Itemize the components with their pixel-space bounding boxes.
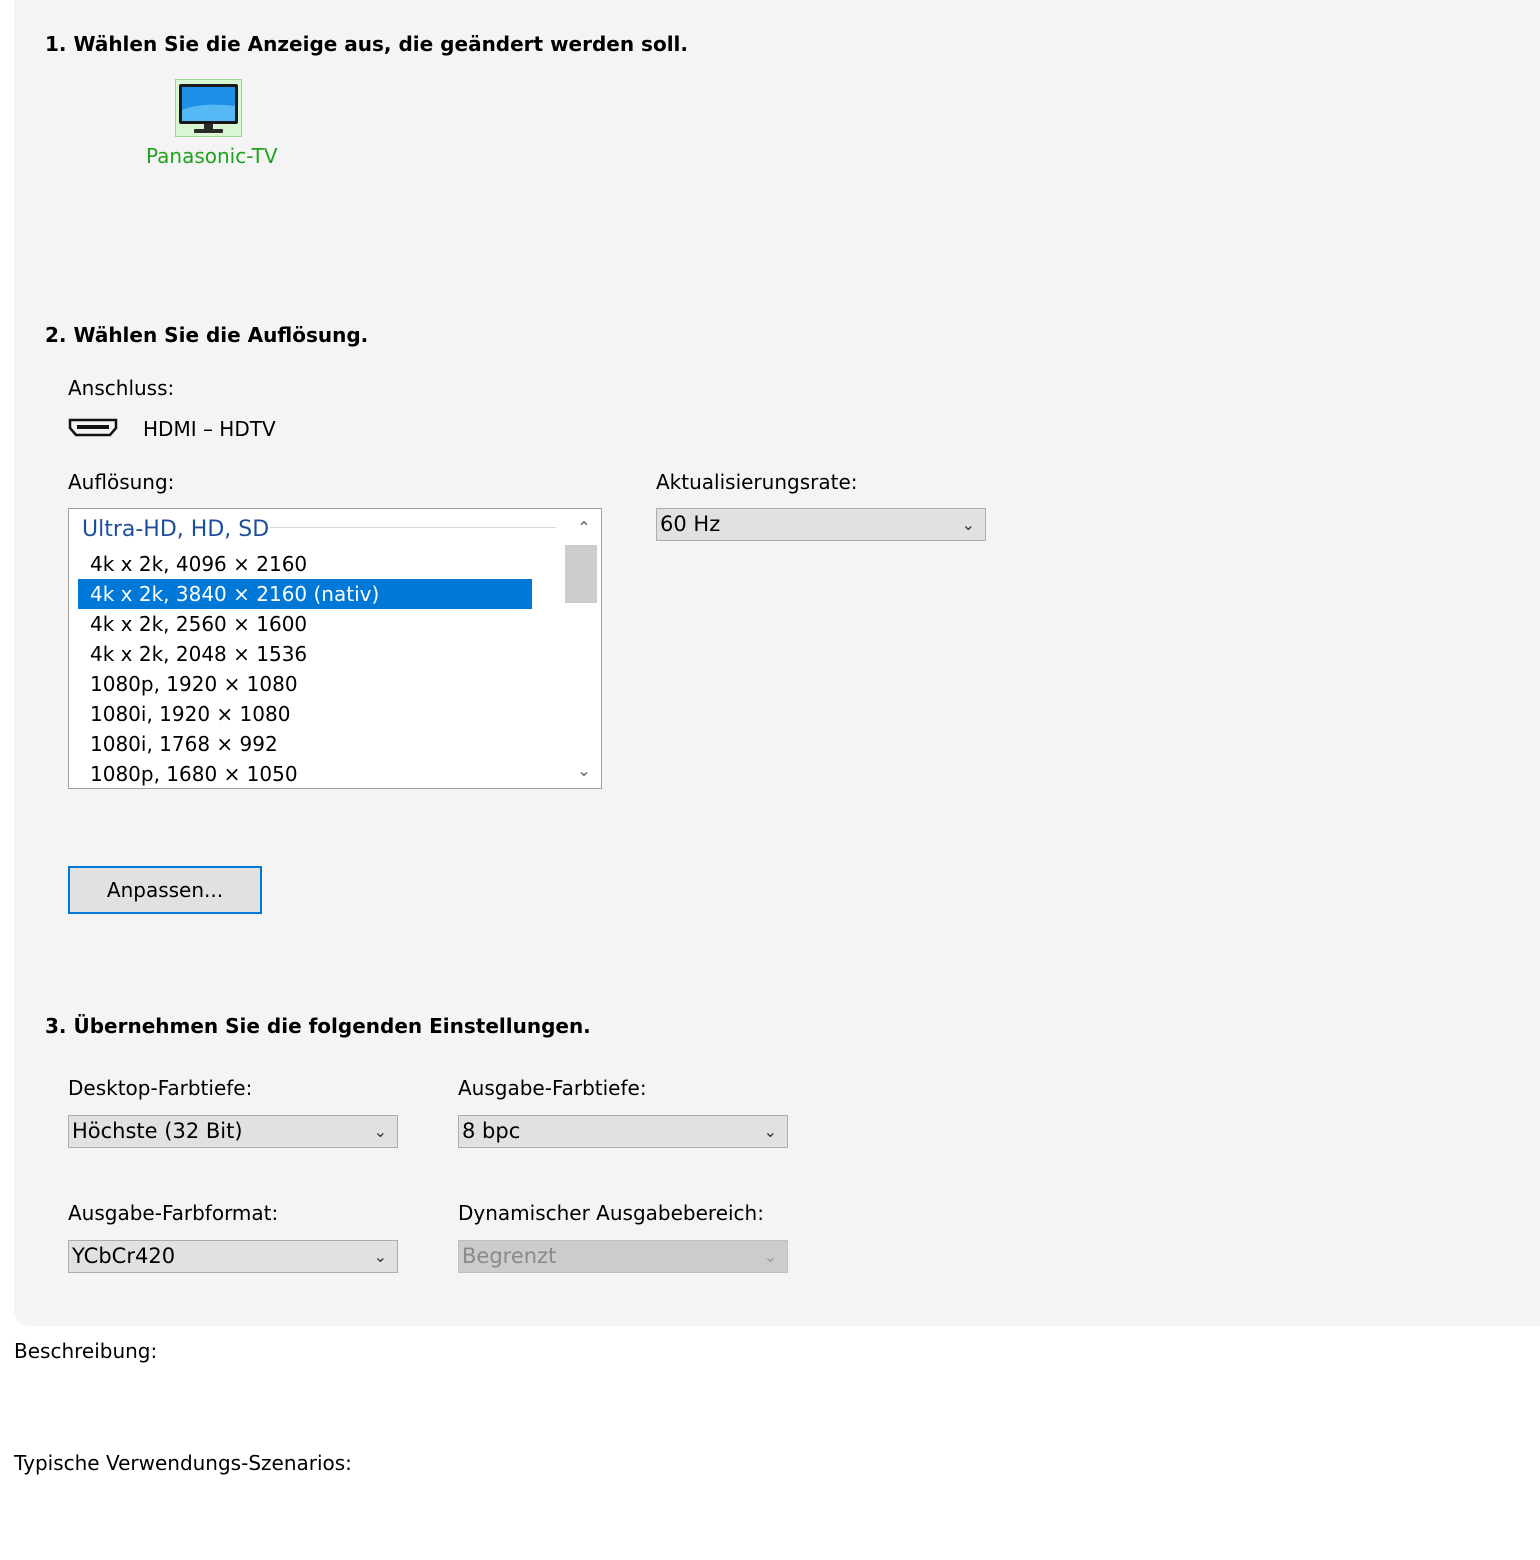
dynamic-range-label: Dynamischer Ausgabebereich: <box>458 1201 764 1225</box>
listbox-scrollbar[interactable]: ⌃ ⌄ <box>565 509 601 788</box>
usage-scenarios-label: Typische Verwendungs-Szenarios: <box>14 1451 352 1475</box>
refresh-rate-label: Aktualisierungsrate: <box>656 470 858 494</box>
chevron-down-icon: ⌄ <box>961 515 975 534</box>
color-format-label: Ausgabe-Farbformat: <box>68 1201 279 1225</box>
chevron-down-icon: ⌄ <box>373 1122 387 1141</box>
resolution-item[interactable]: 4k x 2k, 2560 × 1600 <box>78 609 532 639</box>
resolution-item[interactable]: 4k x 2k, 4096 × 2160 <box>78 549 532 579</box>
dynamic-range-value: Begrenzt <box>462 1244 557 1268</box>
connection-value: HDMI – HDTV <box>143 417 276 441</box>
resolution-item[interactable]: 1080i, 1768 × 992 <box>78 729 532 759</box>
step2-heading: 2. Wählen Sie die Auflösung. <box>45 323 369 347</box>
desktop-depth-value: Höchste (32 Bit) <box>72 1119 243 1143</box>
scrollbar-thumb[interactable] <box>565 545 597 603</box>
resolution-item[interactable]: 4k x 2k, 2048 × 1536 <box>78 639 532 669</box>
chevron-down-icon: ⌄ <box>373 1247 387 1266</box>
output-depth-label: Ausgabe-Farbtiefe: <box>458 1076 647 1100</box>
color-format-select[interactable]: YCbCr420 ⌄ <box>68 1240 398 1273</box>
resolution-item[interactable]: 1080p, 1920 × 1080 <box>78 669 532 699</box>
connection-label: Anschluss: <box>68 376 175 400</box>
monitor-icon <box>179 84 238 133</box>
resolution-label: Auflösung: <box>68 470 175 494</box>
display-name[interactable]: Panasonic-TV <box>146 144 278 168</box>
resolution-listbox[interactable]: Ultra-HD, HD, SD 4k x 2k, 4096 × 2160 4k… <box>68 508 602 789</box>
resolution-item-selected[interactable]: 4k x 2k, 3840 × 2160 (nativ) <box>78 579 532 609</box>
resolution-item[interactable]: 1080p, 1680 × 1050 <box>78 759 532 788</box>
chevron-down-icon: ⌄ <box>763 1122 777 1141</box>
dynamic-range-select: Begrenzt ⌄ <box>458 1240 788 1273</box>
desktop-depth-select[interactable]: Höchste (32 Bit) ⌄ <box>68 1115 398 1148</box>
output-depth-value: 8 bpc <box>462 1119 521 1143</box>
output-depth-select[interactable]: 8 bpc ⌄ <box>458 1115 788 1148</box>
scroll-down-icon[interactable]: ⌄ <box>567 756 601 786</box>
resolution-item[interactable]: 1080i, 1920 × 1080 <box>78 699 532 729</box>
step3-heading: 3. Übernehmen Sie die folgenden Einstell… <box>45 1014 591 1038</box>
refresh-rate-select[interactable]: 60 Hz ⌄ <box>656 508 986 541</box>
desktop-depth-label: Desktop-Farbtiefe: <box>68 1076 253 1100</box>
description-label: Beschreibung: <box>14 1339 158 1363</box>
customize-button[interactable]: Anpassen... <box>68 866 262 914</box>
display-selector[interactable] <box>175 79 242 137</box>
color-format-value: YCbCr420 <box>72 1244 176 1268</box>
scroll-up-icon[interactable]: ⌃ <box>567 513 601 543</box>
step1-heading: 1. Wählen Sie die Anzeige aus, die geänd… <box>45 32 689 56</box>
resolution-group-title: Ultra-HD, HD, SD <box>82 517 270 542</box>
hdmi-icon <box>68 418 118 437</box>
refresh-rate-value: 60 Hz <box>660 512 721 536</box>
group-divider <box>269 527 556 528</box>
chevron-down-icon: ⌄ <box>763 1247 777 1266</box>
